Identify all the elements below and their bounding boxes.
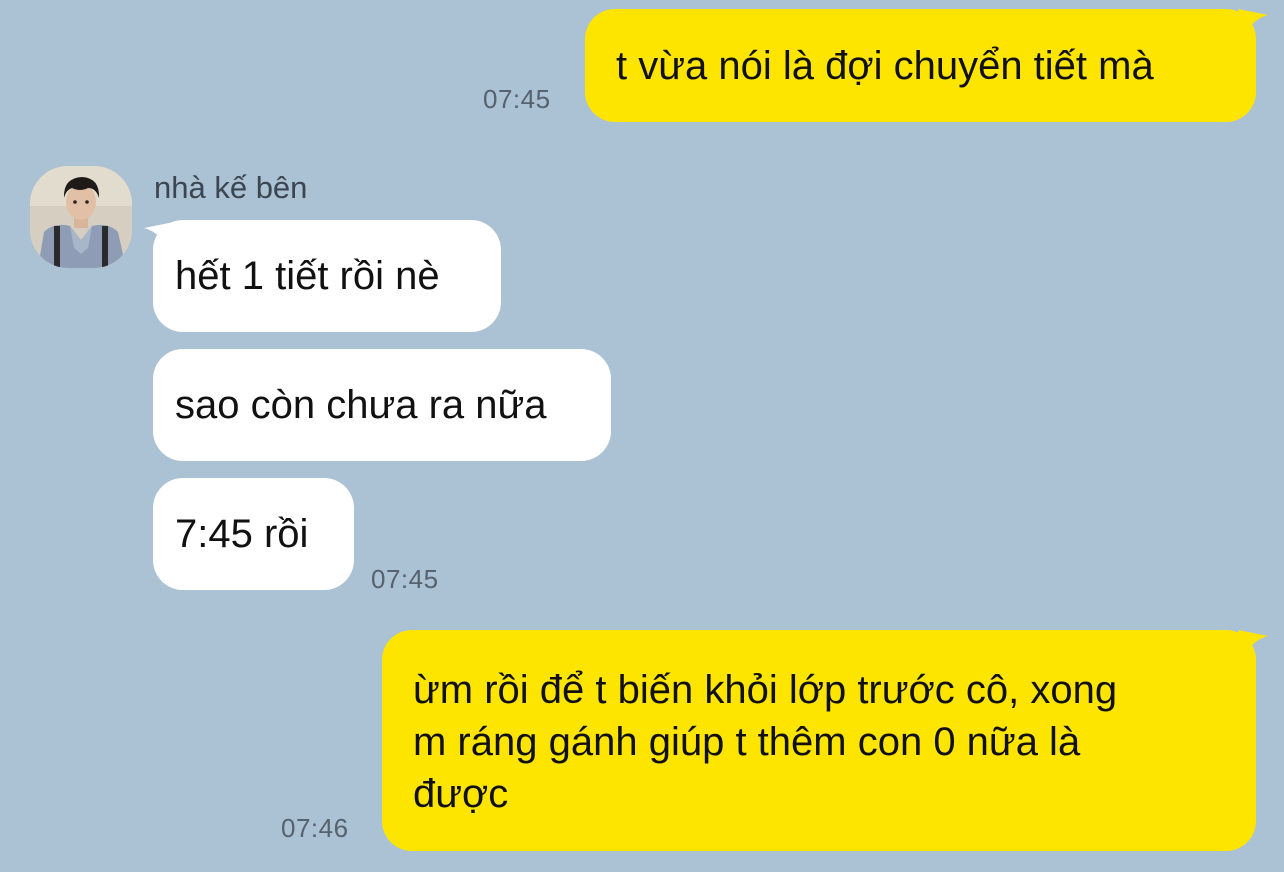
message-line: được	[413, 772, 509, 816]
profile-photo-icon	[30, 166, 132, 268]
my-bubble-tail-icon	[1238, 630, 1268, 658]
message-timestamp: 07:45	[371, 564, 439, 594]
their-bubble-tail-icon	[144, 222, 174, 250]
their-message-bubble[interactable]: sao còn chưa ra nữa	[153, 349, 611, 461]
message-text: t vừa nói là đợi chuyển tiết mà	[616, 44, 1154, 88]
my-message-bubble[interactable]: ừm rồi để t biến khỏi lớp trước cô, xong…	[382, 630, 1256, 851]
their-message-bubble[interactable]: 7:45 rồi	[153, 478, 354, 590]
message-timestamp: 07:45	[483, 84, 551, 114]
message-text: hết 1 tiết rồi nè	[175, 254, 440, 298]
my-bubble-tail-icon	[1238, 9, 1268, 37]
message-timestamp: 07:46	[281, 813, 349, 843]
sender-name: nhà kế bên	[154, 170, 308, 205]
my-message-bubble[interactable]: t vừa nói là đợi chuyển tiết mà	[585, 9, 1256, 122]
message-text: sao còn chưa ra nữa	[175, 383, 547, 427]
message-text: 7:45 rồi	[175, 512, 309, 556]
message-line: m ráng gánh giúp t thêm con 0 nữa là	[413, 720, 1081, 764]
contact-avatar[interactable]	[30, 166, 132, 268]
message-line: ừm rồi để t biến khỏi lớp trước cô, xong	[413, 668, 1118, 712]
their-message-bubble[interactable]: hết 1 tiết rồi nè	[153, 220, 501, 332]
